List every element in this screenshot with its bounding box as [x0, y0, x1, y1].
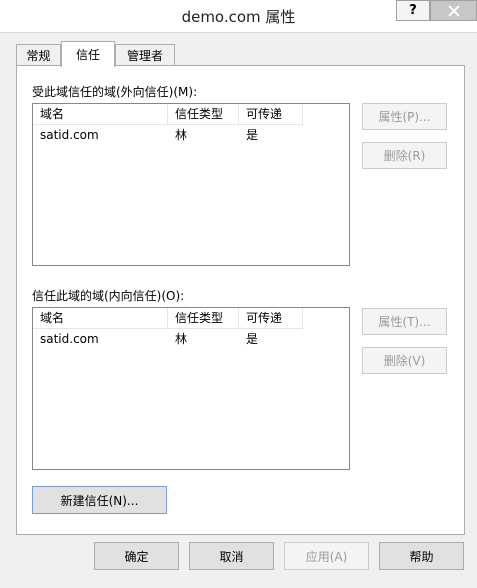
- trust-type-cell: 林: [175, 128, 188, 142]
- help-icon: ?: [409, 3, 417, 18]
- domain-cell: satid.com: [40, 332, 99, 346]
- tab-trust[interactable]: 信任: [61, 41, 115, 67]
- help-button[interactable]: 帮助: [379, 542, 464, 570]
- close-icon: [448, 5, 460, 17]
- tab-managed-by[interactable]: 管理者: [115, 44, 175, 65]
- incoming-trust-label: 信任此域的域(内向信任)(O):: [32, 289, 185, 303]
- transitive-cell: 是: [246, 128, 259, 142]
- column-header-transitive[interactable]: 可传递: [239, 104, 303, 124]
- column-header-trust-type[interactable]: 信任类型: [168, 104, 239, 124]
- list-header: 域名 信任类型 可传递: [33, 104, 303, 125]
- transitive-cell: 是: [246, 332, 259, 346]
- apply-button[interactable]: 应用(A): [284, 542, 369, 570]
- column-header-domain[interactable]: 域名: [33, 308, 168, 328]
- incoming-properties-button[interactable]: 属性(T)...: [362, 308, 447, 335]
- outgoing-properties-button[interactable]: 属性(P)...: [362, 103, 447, 130]
- title-bar: demo.com 属性 ?: [0, 0, 477, 33]
- new-trust-button[interactable]: 新建信任(N)...: [32, 486, 167, 514]
- outgoing-remove-button[interactable]: 删除(R): [362, 142, 447, 169]
- tab-general[interactable]: 常规: [16, 44, 61, 65]
- help-title-button[interactable]: ?: [396, 0, 430, 21]
- trust-panel: 受此域信任的域(外向信任)(M): 域名 信任类型 可传递 satid.com …: [16, 65, 465, 535]
- table-row[interactable]: satid.com 林 是: [33, 125, 303, 145]
- column-header-transitive[interactable]: 可传递: [239, 308, 303, 328]
- column-header-trust-type[interactable]: 信任类型: [168, 308, 239, 328]
- outgoing-trust-label: 受此域信任的域(外向信任)(M):: [32, 85, 198, 99]
- trust-type-cell: 林: [175, 332, 188, 346]
- cancel-button[interactable]: 取消: [189, 542, 274, 570]
- column-header-domain[interactable]: 域名: [33, 104, 168, 124]
- close-button[interactable]: [430, 0, 477, 21]
- table-row[interactable]: satid.com 林 是: [33, 329, 303, 349]
- list-header: 域名 信任类型 可传递: [33, 308, 303, 329]
- outgoing-trust-list[interactable]: 域名 信任类型 可传递 satid.com 林 是: [32, 103, 350, 266]
- incoming-trust-list[interactable]: 域名 信任类型 可传递 satid.com 林 是: [32, 307, 350, 470]
- ok-button[interactable]: 确定: [94, 542, 179, 570]
- domain-cell: satid.com: [40, 128, 99, 142]
- incoming-remove-button[interactable]: 删除(V): [362, 347, 447, 374]
